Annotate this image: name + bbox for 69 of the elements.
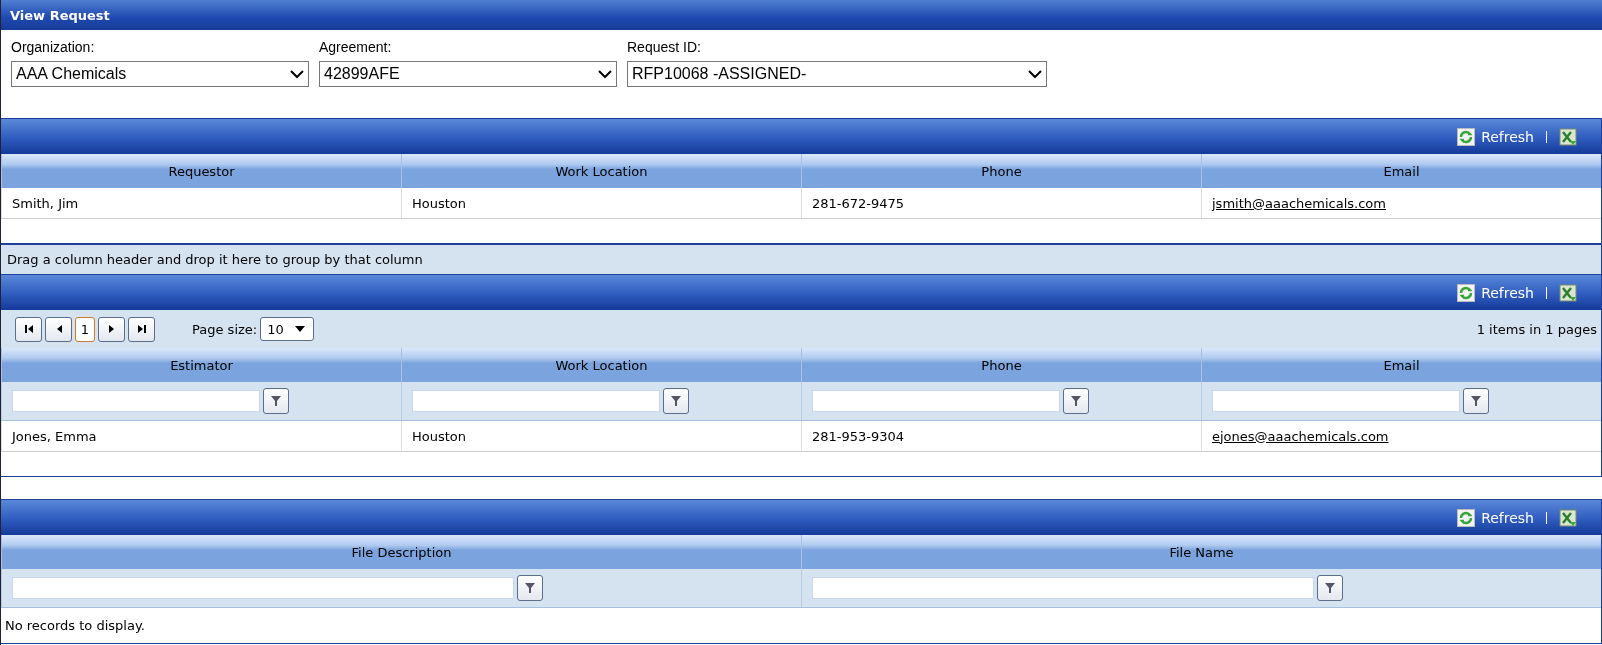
table-cell: Houston xyxy=(412,195,467,211)
previous-page-button[interactable] xyxy=(45,316,72,342)
first-page-button[interactable] xyxy=(15,316,42,342)
filter-icon xyxy=(1471,396,1481,406)
filter-button[interactable] xyxy=(1063,388,1089,414)
refresh-button[interactable]: Refresh xyxy=(1457,283,1534,302)
filter-icon xyxy=(671,396,681,406)
refresh-button[interactable]: Refresh xyxy=(1457,127,1534,146)
email-link[interactable]: jsmith@aaachemicals.com xyxy=(1212,195,1386,211)
chevron-down-icon xyxy=(1028,69,1042,79)
table-cell: Houston xyxy=(412,428,467,444)
refresh-icon xyxy=(1457,283,1476,302)
filter-input[interactable] xyxy=(1212,390,1460,412)
filter-button[interactable] xyxy=(263,388,289,414)
filter-input[interactable] xyxy=(12,577,514,599)
filter-input[interactable] xyxy=(812,390,1060,412)
filter-button[interactable] xyxy=(1463,388,1489,414)
column-header[interactable]: Work Location xyxy=(401,348,801,382)
chevron-down-icon xyxy=(598,69,612,79)
column-header[interactable]: Estimator xyxy=(1,348,401,382)
group-hint: Drag a column header and drop it here to group by that column xyxy=(7,252,423,267)
column-header[interactable]: Email xyxy=(1201,154,1601,188)
filter-icon xyxy=(1071,396,1081,406)
spreadsheet-export-icon[interactable] xyxy=(1559,127,1577,146)
filter-button[interactable] xyxy=(663,388,689,414)
last-page-button[interactable] xyxy=(128,316,155,342)
filter-icon xyxy=(1325,583,1335,593)
column-header[interactable]: File Description xyxy=(1,535,801,569)
table-cell: Smith, Jim xyxy=(12,195,79,211)
field-label: Request ID: xyxy=(627,39,702,55)
refresh-button[interactable]: Refresh xyxy=(1457,508,1534,527)
field-label: Agreement: xyxy=(319,39,393,55)
page-size-label: Page size: xyxy=(192,321,258,337)
spreadsheet-export-icon[interactable] xyxy=(1559,283,1577,302)
column-header[interactable]: Email xyxy=(1201,348,1601,382)
pager-summary: 1 items in 1 pages xyxy=(1476,321,1597,337)
filter-input[interactable] xyxy=(412,390,660,412)
page-number-button[interactable]: 1 xyxy=(75,316,95,342)
column-header[interactable]: Requestor xyxy=(1,154,401,188)
table-cell: 281-953-9304 xyxy=(812,428,905,444)
filter-button[interactable] xyxy=(517,575,543,601)
table-cell: 281-672-9475 xyxy=(812,195,905,211)
dropdown[interactable]: 42899AFE xyxy=(319,61,617,87)
filter-icon xyxy=(525,583,535,593)
spreadsheet-export-icon[interactable] xyxy=(1559,508,1577,527)
window-title: View Request xyxy=(10,7,110,23)
next-page-button[interactable] xyxy=(98,316,125,342)
column-header[interactable]: Phone xyxy=(801,348,1201,382)
first-page-icon xyxy=(23,324,34,334)
filter-input[interactable] xyxy=(812,577,1314,599)
empty-message: No records to display. xyxy=(5,618,145,633)
filter-icon xyxy=(271,396,281,406)
filter-button[interactable] xyxy=(1317,575,1343,601)
chevron-down-icon xyxy=(290,69,304,79)
column-header[interactable]: Work Location xyxy=(401,154,801,188)
column-header[interactable]: File Name xyxy=(801,535,1601,569)
filter-input[interactable] xyxy=(12,390,260,412)
last-page-icon xyxy=(136,324,147,334)
page-size-dropdown[interactable]: 10 xyxy=(260,317,315,341)
column-header[interactable]: Phone xyxy=(801,154,1201,188)
dropdown[interactable]: RFP10068 -ASSIGNED- xyxy=(627,61,1047,87)
refresh-icon xyxy=(1457,508,1476,527)
email-link[interactable]: ejones@aaachemicals.com xyxy=(1212,428,1389,444)
refresh-icon xyxy=(1457,127,1476,146)
next-page-icon xyxy=(107,324,116,334)
table-cell: Jones, Emma xyxy=(12,428,97,444)
caret-down-icon xyxy=(295,326,306,332)
dropdown[interactable]: AAA Chemicals xyxy=(11,61,309,87)
field-label: Organization: xyxy=(11,39,96,55)
